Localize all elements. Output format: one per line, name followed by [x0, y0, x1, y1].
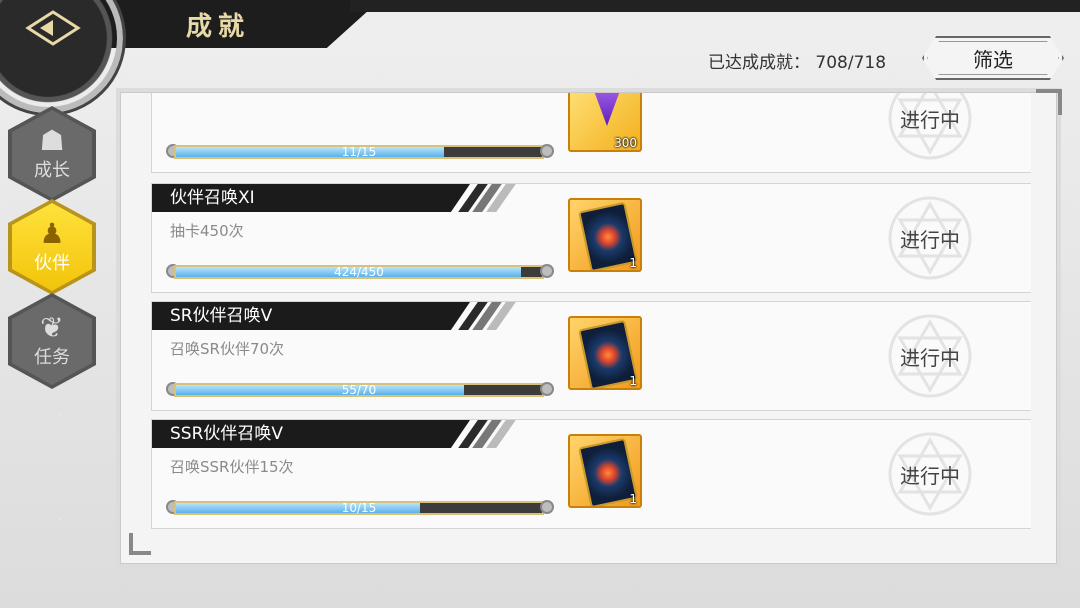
top-strip — [350, 0, 1080, 12]
progress-text: 10/15 — [341, 501, 377, 515]
bar-cap-right — [540, 500, 554, 514]
progress-bar: 10/15 — [166, 498, 554, 518]
achievement-card: 11/15 300 进行中 — [151, 93, 1031, 173]
bar-cap-right — [540, 382, 554, 396]
corner-decoration — [1036, 89, 1062, 115]
progress-label: 已达成成就： — [708, 53, 810, 73]
stripe-decoration — [458, 184, 516, 212]
achievement-title: 伙伴召唤XI — [152, 184, 470, 212]
sidebar-item-label: 成长 — [34, 160, 70, 181]
status-text: 进行中 — [900, 463, 960, 488]
sidebar-item-label: 任务 — [34, 347, 70, 368]
card-header: SR伙伴召唤V — [152, 302, 532, 330]
reward-quantity: 1 — [629, 374, 637, 388]
bar-cap-right — [540, 264, 554, 278]
reward-item[interactable]: 300 — [568, 93, 642, 152]
achievement-panel: 11/15 300 进行中 伙伴召唤XI 抽卡450次 424/450 1 进行… — [120, 89, 1062, 564]
achievement-card: SSR伙伴召唤V 召唤SSR伙伴15次 10/15 1 进行中 — [151, 419, 1031, 529]
page-title: 成就 — [186, 12, 251, 42]
progress-text: 11/15 — [341, 145, 377, 159]
achievement-desc: 抽卡450次 — [170, 222, 244, 240]
crystal-icon — [590, 93, 624, 126]
progress-text: 424/450 — [334, 265, 384, 279]
achievement-progress: 已达成成就： 708/718 — [708, 48, 886, 73]
status-badge: 进行中 — [886, 93, 974, 162]
progress-track: 55/70 — [174, 383, 544, 397]
status-text: 进行中 — [900, 227, 960, 252]
achievement-desc: 召唤SR伙伴70次 — [170, 340, 285, 358]
back-button[interactable] — [22, 8, 84, 48]
card-header: 伙伴召唤XI — [152, 184, 532, 212]
status-badge: 进行中 — [886, 430, 974, 518]
card-header: SSR伙伴召唤V — [152, 420, 532, 448]
status-text: 进行中 — [900, 345, 960, 370]
achievement-card: SR伙伴召唤V 召唤SR伙伴70次 55/70 1 进行中 — [151, 301, 1031, 411]
status-badge: 进行中 — [886, 194, 974, 282]
stripe-decoration — [458, 302, 516, 330]
filter-label: 筛选 — [973, 47, 1013, 72]
progress-track: 11/15 — [174, 145, 544, 159]
achievement-title: SR伙伴召唤V — [152, 302, 470, 330]
companion-icon: ♟ — [39, 217, 65, 250]
corner-decoration — [129, 533, 151, 555]
progress-bar: 424/450 — [166, 262, 554, 282]
achievement-list[interactable]: 11/15 300 进行中 伙伴召唤XI 抽卡450次 424/450 1 进行… — [151, 93, 1031, 538]
reward-item[interactable]: 1 — [568, 434, 642, 508]
progress-value: 708/718 — [815, 53, 887, 73]
progress-track: 10/15 — [174, 501, 544, 515]
progress-bar: 11/15 — [166, 142, 554, 162]
reward-item[interactable]: 1 — [568, 198, 642, 272]
achievement-card: 伙伴召唤XI 抽卡450次 424/450 1 进行中 — [151, 183, 1031, 293]
stripe-decoration — [458, 420, 516, 448]
status-badge: 进行中 — [886, 312, 974, 400]
progress-track: 424/450 — [174, 265, 544, 279]
reward-quantity: 1 — [629, 492, 637, 506]
progress-text: 55/70 — [341, 383, 377, 397]
top-bar: 成就 — [0, 0, 1080, 116]
back-arrow-icon — [25, 10, 81, 46]
reward-quantity: 1 — [629, 256, 637, 270]
mask-icon: ☗ — [39, 124, 65, 157]
status-text: 进行中 — [900, 107, 960, 132]
reward-quantity: 300 — [614, 136, 637, 150]
bar-cap-right — [540, 144, 554, 158]
progress-bar: 55/70 — [166, 380, 554, 400]
achievement-title: SSR伙伴召唤V — [152, 420, 470, 448]
filter-button[interactable]: 筛选 — [922, 36, 1064, 80]
achievement-desc: 召唤SSR伙伴15次 — [170, 458, 294, 476]
reward-item[interactable]: 1 — [568, 316, 642, 390]
book-icon: ❦ — [40, 311, 64, 344]
sidebar-item-label: 伙伴 — [34, 253, 70, 274]
